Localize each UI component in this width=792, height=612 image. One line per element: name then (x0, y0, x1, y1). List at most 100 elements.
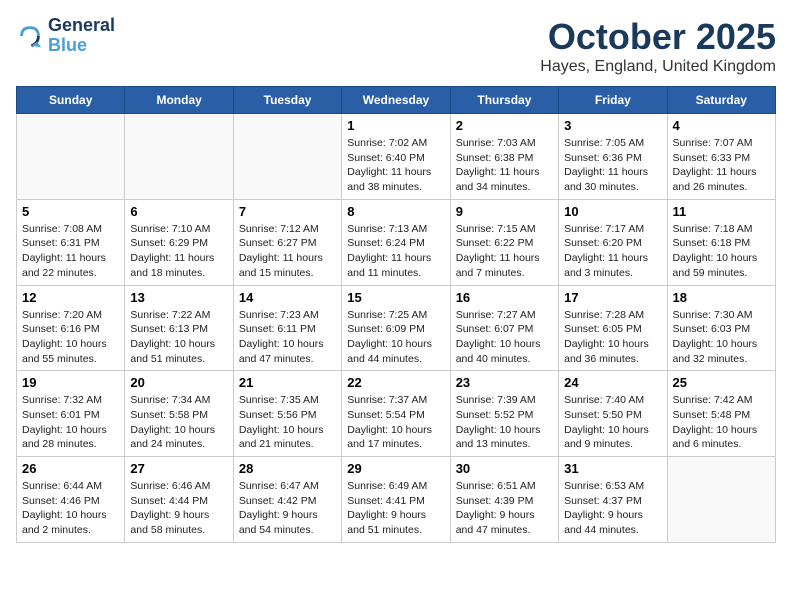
day-info: Sunrise: 7:20 AMSunset: 6:16 PMDaylight:… (22, 308, 119, 367)
day-number: 7 (239, 204, 336, 219)
day-info: Sunrise: 7:13 AMSunset: 6:24 PMDaylight:… (347, 222, 444, 281)
day-info: Sunrise: 6:46 AMSunset: 4:44 PMDaylight:… (130, 479, 227, 538)
calendar-cell: 24 Sunrise: 7:40 AMSunset: 5:50 PMDayligh… (559, 371, 667, 457)
day-number: 31 (564, 461, 661, 476)
calendar-cell: 22 Sunrise: 7:37 AMSunset: 5:54 PMDayligh… (342, 371, 450, 457)
day-info: Sunrise: 7:32 AMSunset: 6:01 PMDaylight:… (22, 393, 119, 452)
day-info: Sunrise: 7:39 AMSunset: 5:52 PMDaylight:… (456, 393, 553, 452)
day-header-saturday: Saturday (667, 87, 775, 114)
day-info: Sunrise: 7:10 AMSunset: 6:29 PMDaylight:… (130, 222, 227, 281)
calendar-cell: 28 Sunrise: 6:47 AMSunset: 4:42 PMDayligh… (233, 457, 341, 543)
day-info: Sunrise: 6:53 AMSunset: 4:37 PMDaylight:… (564, 479, 661, 538)
day-header-thursday: Thursday (450, 87, 558, 114)
day-info: Sunrise: 6:49 AMSunset: 4:41 PMDaylight:… (347, 479, 444, 538)
day-info: Sunrise: 7:40 AMSunset: 5:50 PMDaylight:… (564, 393, 661, 452)
day-number: 17 (564, 290, 661, 305)
day-number: 27 (130, 461, 227, 476)
day-number: 24 (564, 375, 661, 390)
calendar-cell: 11 Sunrise: 7:18 AMSunset: 6:18 PMDayligh… (667, 199, 775, 285)
calendar-cell (667, 457, 775, 543)
calendar-cell: 17 Sunrise: 7:28 AMSunset: 6:05 PMDayligh… (559, 285, 667, 371)
day-info: Sunrise: 7:07 AMSunset: 6:33 PMDaylight:… (673, 136, 770, 195)
day-number: 23 (456, 375, 553, 390)
calendar-cell: 10Sunrise: 7:17 AMSunset: 6:20 PMDayligh… (559, 199, 667, 285)
calendar-cell: 18 Sunrise: 7:30 AMSunset: 6:03 PMDayligh… (667, 285, 775, 371)
day-number: 10 (564, 204, 661, 219)
day-number: 18 (673, 290, 770, 305)
day-number: 12 (22, 290, 119, 305)
calendar-cell: 26Sunrise: 6:44 AMSunset: 4:46 PMDayligh… (17, 457, 125, 543)
day-header-monday: Monday (125, 87, 233, 114)
day-header-wednesday: Wednesday (342, 87, 450, 114)
day-number: 30 (456, 461, 553, 476)
day-info: Sunrise: 7:23 AMSunset: 6:11 PMDaylight:… (239, 308, 336, 367)
day-number: 19 (22, 375, 119, 390)
logo-line1: General (48, 16, 115, 36)
calendar-cell: 9 Sunrise: 7:15 AMSunset: 6:22 PMDaylight… (450, 199, 558, 285)
calendar-cell: 3Sunrise: 7:05 AMSunset: 6:36 PMDaylight… (559, 114, 667, 200)
calendar-week-3: 19 Sunrise: 7:32 AMSunset: 6:01 PMDayligh… (17, 371, 776, 457)
day-info: Sunrise: 7:12 AMSunset: 6:27 PMDaylight:… (239, 222, 336, 281)
day-number: 22 (347, 375, 444, 390)
day-number: 4 (673, 118, 770, 133)
day-number: 28 (239, 461, 336, 476)
day-info: Sunrise: 7:30 AMSunset: 6:03 PMDaylight:… (673, 308, 770, 367)
calendar-cell (17, 114, 125, 200)
page-header: General Blue October 2025 Hayes, England… (16, 16, 776, 76)
day-number: 1 (347, 118, 444, 133)
logo: General Blue (16, 16, 115, 56)
day-number: 13 (130, 290, 227, 305)
day-info: Sunrise: 7:15 AMSunset: 6:22 PMDaylight:… (456, 222, 553, 281)
day-info: Sunrise: 7:37 AMSunset: 5:54 PMDaylight:… (347, 393, 444, 452)
day-info: Sunrise: 7:42 AMSunset: 5:48 PMDaylight:… (673, 393, 770, 452)
day-header-sunday: Sunday (17, 87, 125, 114)
day-info: Sunrise: 7:03 AMSunset: 6:38 PMDaylight:… (456, 136, 553, 195)
calendar-cell: 20Sunrise: 7:34 AMSunset: 5:58 PMDayligh… (125, 371, 233, 457)
day-info: Sunrise: 7:18 AMSunset: 6:18 PMDaylight:… (673, 222, 770, 281)
calendar-body: 1Sunrise: 7:02 AMSunset: 6:40 PMDaylight… (17, 114, 776, 543)
day-info: Sunrise: 7:35 AMSunset: 5:56 PMDaylight:… (239, 393, 336, 452)
calendar-week-4: 26Sunrise: 6:44 AMSunset: 4:46 PMDayligh… (17, 457, 776, 543)
title-area: October 2025 Hayes, England, United King… (540, 16, 776, 76)
calendar-cell: 30Sunrise: 6:51 AMSunset: 4:39 PMDayligh… (450, 457, 558, 543)
day-info: Sunrise: 7:08 AMSunset: 6:31 PMDaylight:… (22, 222, 119, 281)
day-number: 3 (564, 118, 661, 133)
day-number: 11 (673, 204, 770, 219)
day-number: 5 (22, 204, 119, 219)
calendar-cell: 29 Sunrise: 6:49 AMSunset: 4:41 PMDayligh… (342, 457, 450, 543)
calendar-cell: 14Sunrise: 7:23 AMSunset: 6:11 PMDayligh… (233, 285, 341, 371)
calendar-cell: 16Sunrise: 7:27 AMSunset: 6:07 PMDayligh… (450, 285, 558, 371)
calendar-cell: 13 Sunrise: 7:22 AMSunset: 6:13 PMDayligh… (125, 285, 233, 371)
logo-icon (16, 22, 44, 50)
day-number: 29 (347, 461, 444, 476)
calendar-week-0: 1Sunrise: 7:02 AMSunset: 6:40 PMDaylight… (17, 114, 776, 200)
calendar-cell: 1Sunrise: 7:02 AMSunset: 6:40 PMDaylight… (342, 114, 450, 200)
day-info: Sunrise: 7:34 AMSunset: 5:58 PMDaylight:… (130, 393, 227, 452)
calendar-cell: 4 Sunrise: 7:07 AMSunset: 6:33 PMDaylight… (667, 114, 775, 200)
day-header-friday: Friday (559, 87, 667, 114)
calendar-cell: 8 Sunrise: 7:13 AMSunset: 6:24 PMDaylight… (342, 199, 450, 285)
calendar-cell (233, 114, 341, 200)
calendar-header-row: SundayMondayTuesdayWednesdayThursdayFrid… (17, 87, 776, 114)
calendar-cell (125, 114, 233, 200)
day-number: 15 (347, 290, 444, 305)
day-number: 9 (456, 204, 553, 219)
day-number: 21 (239, 375, 336, 390)
day-number: 8 (347, 204, 444, 219)
day-info: Sunrise: 7:28 AMSunset: 6:05 PMDaylight:… (564, 308, 661, 367)
day-number: 6 (130, 204, 227, 219)
day-number: 25 (673, 375, 770, 390)
calendar-cell: 19 Sunrise: 7:32 AMSunset: 6:01 PMDayligh… (17, 371, 125, 457)
month-title: October 2025 (540, 16, 776, 58)
calendar-cell: 15Sunrise: 7:25 AMSunset: 6:09 PMDayligh… (342, 285, 450, 371)
day-info: Sunrise: 7:27 AMSunset: 6:07 PMDaylight:… (456, 308, 553, 367)
calendar-cell: 7 Sunrise: 7:12 AMSunset: 6:27 PMDaylight… (233, 199, 341, 285)
calendar-cell: 31 Sunrise: 6:53 AMSunset: 4:37 PMDayligh… (559, 457, 667, 543)
day-info: Sunrise: 7:22 AMSunset: 6:13 PMDaylight:… (130, 308, 227, 367)
calendar-week-2: 12 Sunrise: 7:20 AMSunset: 6:16 PMDayligh… (17, 285, 776, 371)
calendar-cell: 21 Sunrise: 7:35 AMSunset: 5:56 PMDayligh… (233, 371, 341, 457)
calendar-cell: 5 Sunrise: 7:08 AMSunset: 6:31 PMDaylight… (17, 199, 125, 285)
day-info: Sunrise: 6:47 AMSunset: 4:42 PMDaylight:… (239, 479, 336, 538)
logo-line2: Blue (48, 35, 87, 55)
calendar-week-1: 5 Sunrise: 7:08 AMSunset: 6:31 PMDaylight… (17, 199, 776, 285)
